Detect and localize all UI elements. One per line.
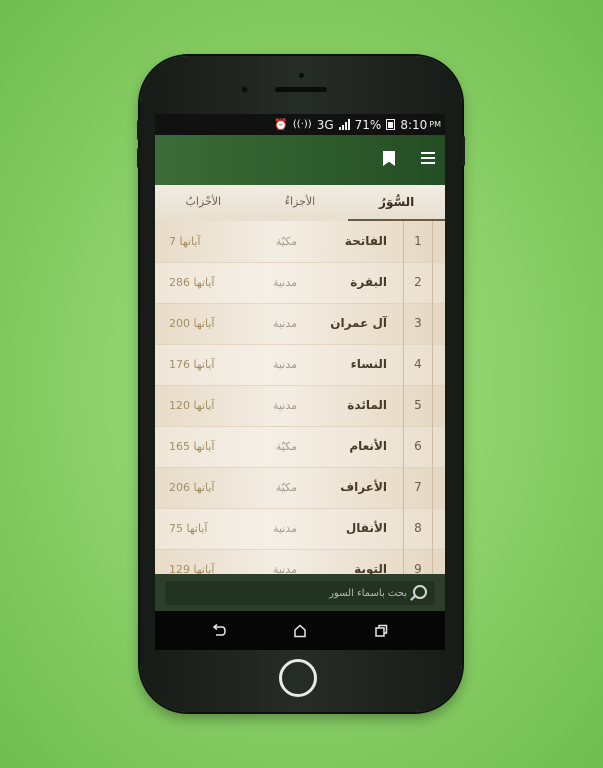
alarm-icon: ⏰ [274,118,288,131]
network-type: 3G [316,117,334,132]
surah-number: 5 [403,385,433,426]
surah-number: 3 [403,303,433,344]
surah-number: 9 [403,549,433,574]
surah-list: 1 الفاتحة مكيّة آياتها 7 2 البقرة مدنية … [155,221,445,574]
surah-type: مكيّة [275,481,297,494]
surah-type: مدنية [273,399,297,412]
power-button [462,136,465,166]
surah-type: مدنية [273,358,297,371]
surah-number: 6 [403,426,433,467]
volume-down-button [137,148,140,168]
search-input[interactable] [171,581,407,605]
recents-icon[interactable] [373,623,389,637]
surah-name: الأنفال [345,521,387,535]
surah-name: آل عمران [330,316,387,330]
bookmark-icon[interactable] [383,151,395,166]
surah-name: الفاتحة [344,234,387,248]
phone-screen: ⏰ ((·)) 3G 71% 8:10 PM السُّوَرُ الأجزاء… [155,114,445,650]
surah-type: مدنية [273,317,297,330]
home-icon[interactable] [292,623,308,638]
surah-ayat-count: آياتها 129 [169,563,215,574]
front-camera [241,86,248,93]
clock-ampm: PM [429,120,441,129]
tab-juz[interactable]: الأجزاءُ [252,185,349,221]
system-nav-bar [155,611,445,650]
earpiece-speaker [275,87,327,92]
list-item[interactable]: 8 الأنفال مدنية آياتها 75 [155,508,445,550]
surah-ayat-count: آياتها 200 [169,317,215,330]
home-button[interactable] [279,659,317,697]
search-bar [155,574,445,611]
surah-name: الأنعام [349,439,387,453]
surah-number: 8 [403,508,433,549]
surah-ayat-count: آياتها 286 [169,276,215,289]
surah-number: 2 [403,262,433,303]
list-item[interactable]: 6 الأنعام مكيّة آياتها 165 [155,426,445,468]
surah-type: مكيّة [275,440,297,453]
list-item[interactable]: 4 النساء مدنية آياتها 176 [155,344,445,386]
surah-number: 4 [403,344,433,385]
signal-icon [338,119,350,130]
tab-hizb[interactable]: الأحْزابُ [155,185,252,221]
status-bar: ⏰ ((·)) 3G 71% 8:10 PM [155,114,445,135]
surah-name: النساء [350,357,387,371]
surah-name: البقرة [350,275,387,289]
proximity-sensor [299,73,304,78]
surah-type: مدنية [273,276,297,289]
list-item[interactable]: 9 التوبة مدنية آياتها 129 [155,549,445,574]
surah-name: الأعراف [340,480,387,494]
surah-ayat-count: آياتها 7 [169,235,201,248]
surah-ayat-count: آياتها 176 [169,358,215,371]
volume-up-button [137,120,140,140]
battery-percent: 71% [354,117,382,132]
list-item[interactable]: 2 البقرة مدنية آياتها 286 [155,262,445,304]
surah-name: المائدة [347,398,387,412]
menu-icon[interactable] [421,152,435,164]
surah-ayat-count: آياتها 120 [169,399,215,412]
battery-icon [386,119,396,130]
surah-type: مكيّة [275,235,297,248]
tab-bar: السُّوَرُ الأجزاءُ الأحْزابُ [155,185,445,222]
search-icon[interactable] [413,585,427,599]
surah-number: 7 [403,467,433,508]
back-icon[interactable] [211,623,227,637]
list-item[interactable]: 5 المائدة مدنية آياتها 120 [155,385,445,427]
wifi-icon: ((·)) [292,119,312,130]
surah-number: 1 [403,221,433,262]
surah-name: التوبة [354,562,387,574]
surah-type: مدنية [273,563,297,574]
list-item[interactable]: 7 الأعراف مكيّة آياتها 206 [155,467,445,509]
surah-ayat-count: آياتها 165 [169,440,215,453]
tab-surahs[interactable]: السُّوَرُ [348,185,445,222]
surah-ayat-count: آياتها 75 [169,522,208,535]
surah-ayat-count: آياتها 206 [169,481,215,494]
search-box[interactable] [165,581,435,605]
app-bar [155,135,445,185]
list-item[interactable]: 1 الفاتحة مكيّة آياتها 7 [155,221,445,263]
list-item[interactable]: 3 آل عمران مدنية آياتها 200 [155,303,445,345]
clock: 8:10 [400,117,428,132]
surah-type: مدنية [273,522,297,535]
